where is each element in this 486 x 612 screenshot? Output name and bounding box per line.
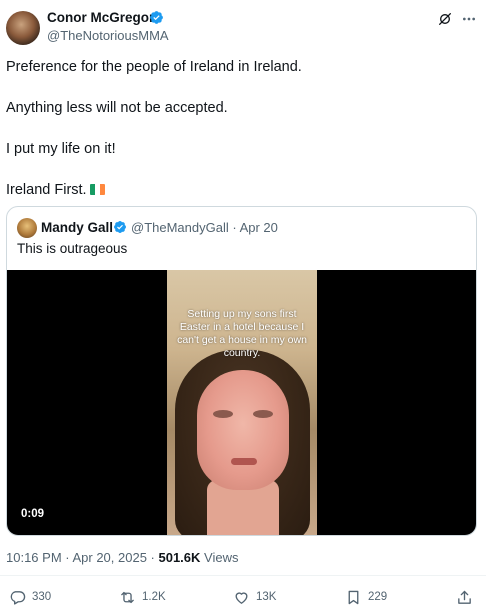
author-handle[interactable]: @TheNotoriousMMA bbox=[47, 27, 169, 44]
divider bbox=[0, 575, 486, 576]
quoted-tweet[interactable]: Mandy Gall @TheMandyGall · Apr 20 This i… bbox=[6, 206, 477, 536]
video-caption-overlay: Setting up my sons first Easter in a hot… bbox=[177, 308, 307, 359]
quoted-author-avatar bbox=[17, 218, 37, 238]
tweet-meta: 10:16 PM · Apr 20, 2025 · 501.6K Views bbox=[6, 549, 238, 566]
action-bar: 330 1.2K 13K 229 bbox=[0, 586, 486, 612]
video-duration: 0:09 bbox=[21, 508, 45, 520]
repost-icon bbox=[121, 591, 134, 603]
bookmark-button[interactable]: 229 bbox=[345, 586, 387, 608]
like-count: 13K bbox=[256, 591, 277, 603]
views-label: Views bbox=[200, 550, 239, 565]
repost-count: 1.2K bbox=[142, 591, 166, 603]
tweet-line-with-flag: Ireland First. bbox=[6, 180, 476, 200]
quoted-author-handle-date: @TheMandyGall · Apr 20 bbox=[131, 220, 278, 235]
video-subject-eye bbox=[213, 410, 233, 418]
tweet-line: Ireland First. bbox=[6, 182, 87, 198]
verified-badge-icon bbox=[114, 221, 126, 233]
grok-icon[interactable] bbox=[437, 11, 453, 27]
video-subject-eye bbox=[253, 410, 273, 418]
author-name[interactable]: Conor McGregor bbox=[47, 9, 154, 26]
share-button[interactable] bbox=[456, 586, 473, 608]
ireland-flag-icon bbox=[89, 184, 105, 195]
verified-badge-icon bbox=[150, 11, 163, 24]
bookmark-count: 229 bbox=[368, 591, 388, 603]
video-subject-face bbox=[197, 370, 289, 490]
tweet-line: I put my life on it! bbox=[6, 141, 116, 157]
video-player[interactable]: Setting up my sons first Easter in a hot… bbox=[7, 270, 476, 535]
tweet-text: Preference for the people of Ireland in … bbox=[6, 57, 476, 221]
repost-button[interactable]: 1.2K bbox=[119, 586, 166, 608]
bookmark-icon bbox=[348, 590, 359, 604]
reply-button[interactable]: 330 bbox=[9, 586, 51, 608]
tweet-header: Conor McGregor @TheNotoriousMMA bbox=[0, 0, 486, 50]
quoted-tweet-text: This is outrageous bbox=[17, 241, 128, 256]
like-button[interactable]: 13K bbox=[233, 586, 276, 608]
video-subject-mouth bbox=[231, 458, 257, 465]
share-icon bbox=[458, 590, 471, 604]
views-count: 501.6K bbox=[158, 550, 201, 565]
heart-icon bbox=[235, 591, 248, 604]
author-avatar[interactable] bbox=[6, 11, 40, 45]
quoted-author-name: Mandy Gall bbox=[41, 220, 114, 235]
tweet-line: Preference for the people of Ireland in … bbox=[6, 59, 302, 75]
video-frame: Setting up my sons first Easter in a hot… bbox=[167, 270, 317, 535]
timestamp[interactable]: 10:16 PM · Apr 20, 2025 · bbox=[6, 550, 158, 565]
reply-count: 330 bbox=[32, 591, 52, 603]
tweet-line: Anything less will not be accepted. bbox=[6, 100, 228, 116]
reply-icon bbox=[10, 590, 26, 605]
more-icon[interactable] bbox=[461, 11, 477, 27]
